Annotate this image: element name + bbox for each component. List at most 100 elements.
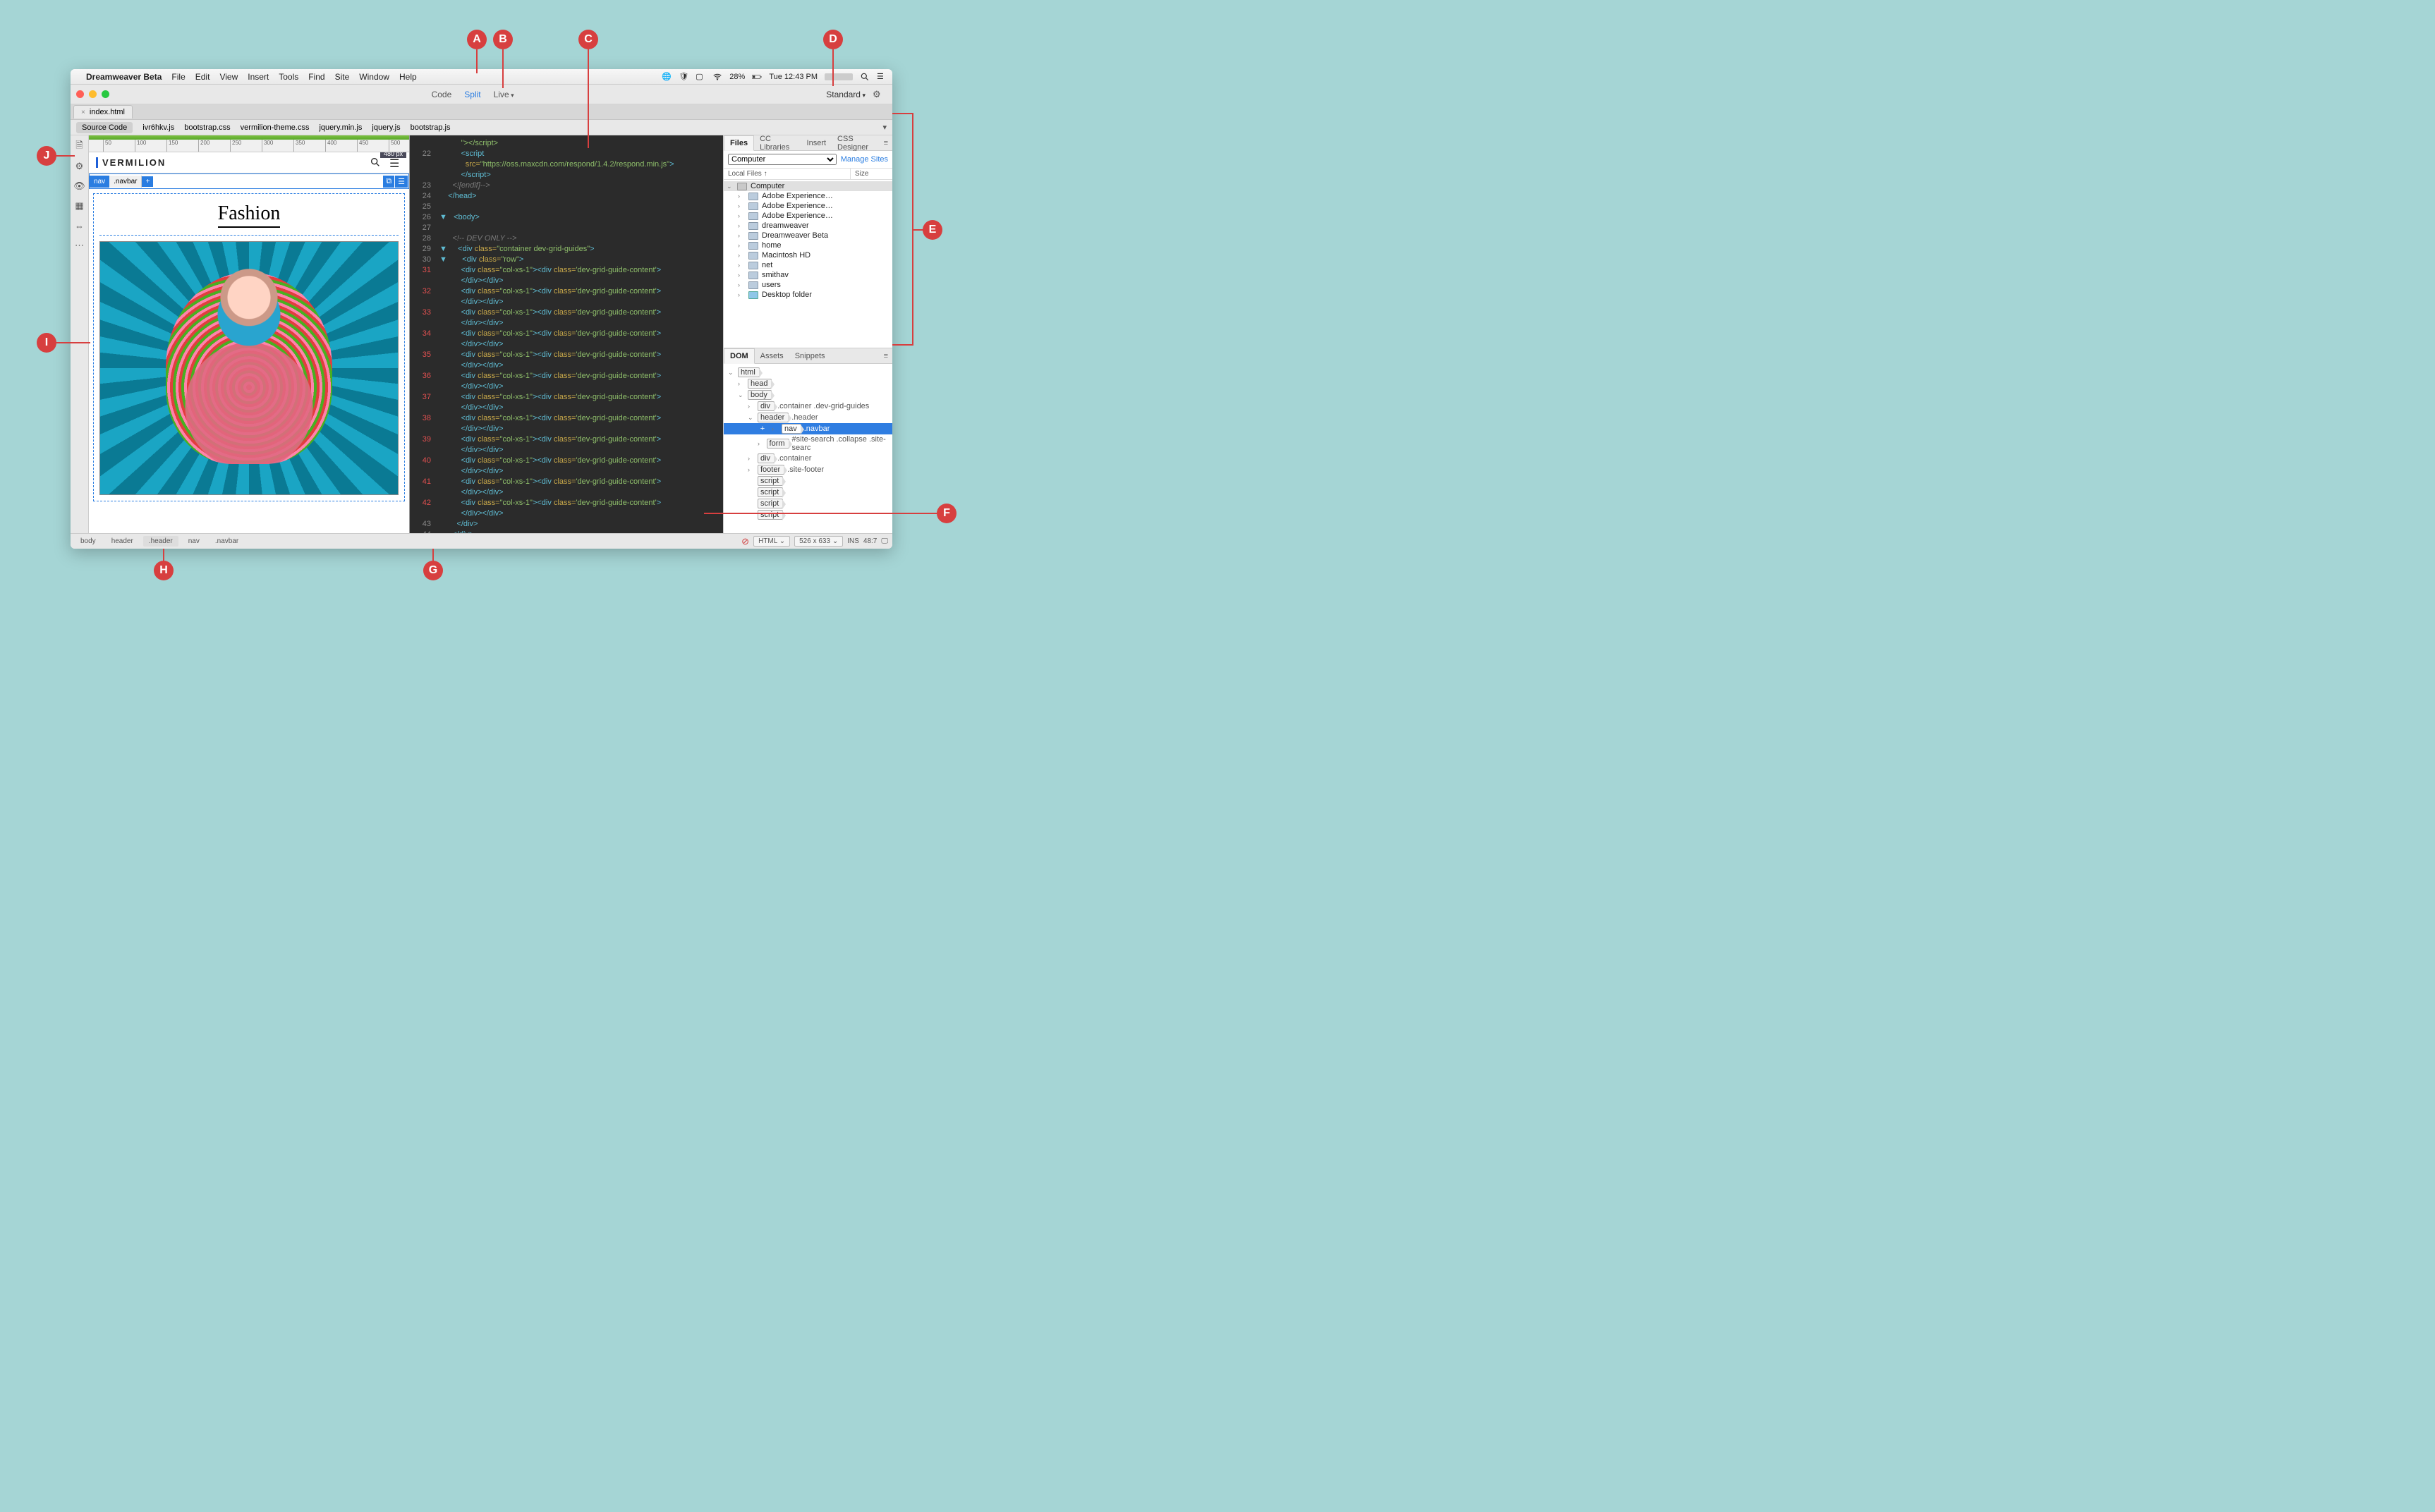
tab-insert[interactable]: Insert — [801, 136, 832, 150]
menu-find[interactable]: Find — [308, 72, 324, 82]
line-number[interactable]: 41 — [410, 477, 431, 487]
code-line[interactable]: <div class="col-xs-1"><div class='dev-gr… — [439, 498, 719, 508]
code-line[interactable]: </div></div> — [439, 445, 719, 456]
code-line[interactable]: </div></div> — [439, 508, 719, 519]
code-line[interactable]: <div class="col-xs-1"><div class='dev-gr… — [439, 392, 719, 403]
code-line[interactable]: <div class="col-xs-1"><div class='dev-gr… — [439, 329, 719, 339]
code-line[interactable] — [439, 202, 719, 212]
related-file[interactable]: vermilion-theme.css — [241, 123, 310, 132]
code-line[interactable]: </head> — [439, 191, 719, 202]
battery-icon[interactable] — [752, 72, 762, 82]
code-line[interactable]: </div></div> — [439, 382, 719, 392]
line-number[interactable] — [410, 508, 431, 519]
code-line[interactable]: <![endif]--> — [439, 181, 719, 191]
line-number[interactable] — [410, 297, 431, 307]
tree-row[interactable]: ›home — [724, 240, 892, 250]
close-tab-icon[interactable]: × — [81, 109, 85, 116]
chevron-icon[interactable]: › — [738, 232, 745, 239]
tree-row[interactable]: ›Adobe Experience… — [724, 191, 892, 201]
preview-icon[interactable]: 🖵 — [881, 537, 888, 545]
related-file[interactable]: bootstrap.js — [411, 123, 451, 132]
line-number[interactable] — [410, 382, 431, 392]
workspace-selector[interactable]: Standard — [826, 90, 866, 99]
line-number[interactable]: 31 — [410, 265, 431, 276]
line-number[interactable]: 23 — [410, 181, 431, 191]
window-close-button[interactable] — [76, 90, 84, 98]
tree-row[interactable]: ⌄Computer — [724, 181, 892, 191]
line-number[interactable] — [410, 466, 431, 477]
code-line[interactable]: ▼ <body> — [439, 212, 719, 223]
line-number[interactable]: 32 — [410, 286, 431, 297]
menu-file[interactable]: File — [171, 72, 185, 82]
line-number[interactable]: 24 — [410, 191, 431, 202]
chevron-icon[interactable]: › — [738, 242, 745, 249]
dom-row[interactable]: ›form #site-search .collapse .site-searc — [724, 434, 892, 453]
code-line[interactable]: <div class="col-xs-1"><div class='dev-gr… — [439, 350, 719, 360]
language-selector[interactable]: HTML ⌄ — [753, 536, 790, 547]
line-gutter[interactable]: 2223242526272829303132333435363738394041… — [410, 135, 435, 533]
manage-sites-link[interactable]: Manage Sites — [841, 155, 888, 164]
window-maximize-button[interactable] — [102, 90, 109, 98]
line-number[interactable] — [410, 159, 431, 170]
settings-icon[interactable]: ⚙ — [873, 89, 887, 100]
breadcrumb[interactable]: header — [106, 536, 139, 547]
line-number[interactable]: 27 — [410, 223, 431, 233]
file-icon[interactable]: 🗎 — [74, 141, 85, 152]
line-number[interactable] — [410, 403, 431, 413]
line-number[interactable]: 42 — [410, 498, 431, 508]
related-file[interactable]: bootstrap.css — [184, 123, 230, 132]
code-line[interactable]: </div></div> — [439, 318, 719, 329]
site-dropdown[interactable]: Computer — [728, 154, 837, 165]
dom-row[interactable]: script — [724, 498, 892, 509]
tree-row[interactable]: ›Adobe Experience… — [724, 201, 892, 211]
viewport-size[interactable]: 526 x 633 ⌄ — [794, 536, 843, 547]
tab-files[interactable]: Files — [724, 135, 754, 151]
line-number[interactable]: 43 — [410, 519, 431, 530]
code-line[interactable]: </div></div> — [439, 403, 719, 413]
chevron-icon[interactable]: › — [738, 281, 745, 288]
code-line[interactable]: </script> — [439, 170, 719, 181]
line-number[interactable]: 25 — [410, 202, 431, 212]
tree-row[interactable]: ›Dreamweaver Beta — [724, 231, 892, 240]
menu-edit[interactable]: Edit — [195, 72, 210, 82]
chevron-icon[interactable]: › — [738, 212, 745, 219]
code-line[interactable]: </div> — [439, 519, 719, 530]
menu-insert[interactable]: Insert — [248, 72, 269, 82]
line-number[interactable]: 36 — [410, 371, 431, 382]
line-number[interactable] — [410, 339, 431, 350]
document-tab[interactable]: × index.html — [73, 105, 133, 118]
tree-row[interactable]: ›net — [724, 260, 892, 270]
code-line[interactable] — [439, 223, 719, 233]
site-logo[interactable]: VERMILION — [96, 157, 166, 168]
hamburger-icon[interactable]: ☰ — [389, 157, 402, 169]
code-line[interactable]: <!-- DEV ONLY --> — [439, 233, 719, 244]
dom-row[interactable]: script — [724, 475, 892, 487]
code-line[interactable]: <div class="col-xs-1"><div class='dev-gr… — [439, 456, 719, 466]
insert-mode[interactable]: INS — [847, 537, 859, 545]
chevron-icon[interactable]: › — [738, 380, 745, 387]
chevron-icon[interactable]: › — [738, 202, 745, 209]
tab-dom[interactable]: DOM — [724, 348, 755, 364]
element-option-icon[interactable]: ☰ — [395, 176, 408, 188]
code-line[interactable]: </div></div> — [439, 487, 719, 498]
dom-row[interactable]: ⌄body — [724, 389, 892, 401]
tree-row[interactable]: ›Macintosh HD — [724, 250, 892, 260]
code-line[interactable]: <div class="col-xs-1"><div class='dev-gr… — [439, 286, 719, 297]
line-number[interactable]: 33 — [410, 307, 431, 318]
tree-row[interactable]: ›Desktop folder — [724, 290, 892, 300]
line-number[interactable]: 22 — [410, 149, 431, 159]
element-display[interactable]: nav .navbar + ⧉ ☰ — [89, 173, 409, 189]
code-line[interactable]: <div class="col-xs-1"><div class='dev-gr… — [439, 413, 719, 424]
chevron-icon[interactable]: › — [758, 440, 764, 447]
app-name[interactable]: Dreamweaver Beta — [86, 72, 162, 82]
chevron-icon[interactable]: › — [748, 455, 755, 462]
line-number[interactable]: 39 — [410, 434, 431, 445]
chevron-icon[interactable]: › — [738, 222, 745, 229]
dom-row[interactable]: ⌄header .header — [724, 412, 892, 423]
chevron-icon[interactable]: ⌄ — [728, 369, 735, 377]
code-line[interactable]: </div></div> — [439, 466, 719, 477]
airplay-icon[interactable]: ▢ — [696, 72, 705, 82]
related-file[interactable]: jquery.js — [372, 123, 400, 132]
line-number[interactable] — [410, 424, 431, 434]
chevron-icon[interactable]: › — [748, 403, 755, 410]
